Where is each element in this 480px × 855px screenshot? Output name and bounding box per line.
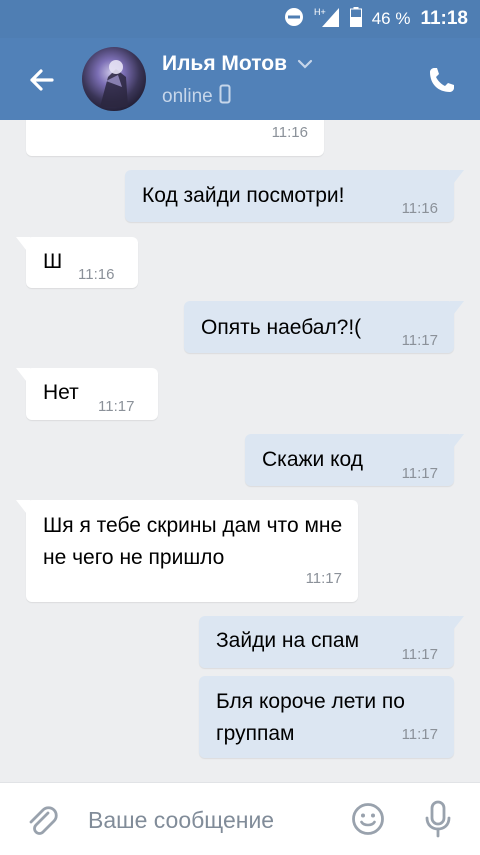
smile-icon	[352, 803, 384, 835]
message-bubble-outgoing[interactable]: Опять наебал?!( 11:17	[184, 301, 464, 353]
chat-header: Илья Мотов online	[0, 38, 480, 120]
message-text: Скажи код	[262, 448, 364, 471]
message-time: 11:17	[401, 332, 438, 349]
message-bubble-incoming[interactable]: Ш 11:16	[16, 237, 138, 288]
contact-title[interactable]: Илья Мотов online	[162, 52, 313, 110]
paperclip-icon	[29, 806, 58, 835]
avatar[interactable]	[82, 47, 146, 111]
message-text: Шя я тебе скрины дам что мне не чего не …	[43, 514, 343, 569]
message-bubble-outgoing[interactable]: Код зайди посмотри! 11:16	[125, 170, 464, 222]
message-text: Опять наебал?!(	[201, 316, 362, 339]
message-text: Ш	[43, 250, 63, 273]
status-icons: H+ 46 % 11:18	[284, 0, 468, 38]
message-time: 11:17	[98, 398, 135, 415]
call-button[interactable]	[422, 60, 462, 100]
message-bubble-outgoing[interactable]: Скажи код 11:17	[245, 434, 464, 486]
phone-icon	[430, 68, 454, 92]
message-time: 11:16	[401, 200, 438, 217]
back-button[interactable]	[22, 60, 62, 100]
network-type: H+	[314, 7, 326, 17]
message-input[interactable]	[86, 801, 330, 839]
message-time: 11:17	[401, 646, 438, 663]
composer-bar	[0, 782, 480, 855]
message-time: 11:17	[305, 570, 342, 587]
voice-message-button[interactable]	[420, 799, 456, 839]
message-bubble-incoming[interactable]: Нет 11:17	[16, 368, 158, 420]
status-bar: H+ 46 % 11:18	[0, 0, 480, 38]
dnd-icon	[284, 7, 304, 32]
message-time: 11:16	[78, 266, 115, 283]
battery-percent: 46 %	[371, 9, 411, 28]
clock: 11:18	[420, 8, 468, 29]
emoji-button[interactable]	[350, 801, 386, 837]
message-bubble-incoming[interactable]: 11:16	[26, 120, 324, 156]
battery-icon	[349, 6, 362, 32]
back-arrow-icon	[30, 69, 54, 91]
presence-status: online	[162, 86, 213, 107]
message-list[interactable]: 11:16 Код зайди посмотри! 11:16 Ш 11:16 …	[0, 120, 480, 782]
message-time: 11:17	[401, 465, 438, 482]
contact-name: Илья Мотов	[162, 52, 287, 75]
chevron-down-icon	[297, 57, 313, 75]
mobile-icon	[219, 84, 231, 110]
message-bubble-incoming[interactable]: Шя я тебе скрины дам что мне не чего не …	[16, 500, 358, 602]
message-time: 11:16	[271, 124, 308, 141]
message-time: 11:17	[401, 726, 438, 743]
signal-icon: H+	[314, 6, 340, 33]
message-bubble-outgoing[interactable]: Бля короче лети по группам 11:17	[199, 676, 454, 758]
message-text: Код зайди посмотри!	[142, 184, 345, 207]
message-bubble-outgoing[interactable]: Зайди на спам 11:17	[199, 616, 464, 668]
microphone-icon	[425, 800, 451, 838]
message-text: Нет	[43, 381, 79, 404]
attach-button[interactable]	[22, 801, 62, 841]
message-text: Зайди на спам	[216, 629, 360, 652]
